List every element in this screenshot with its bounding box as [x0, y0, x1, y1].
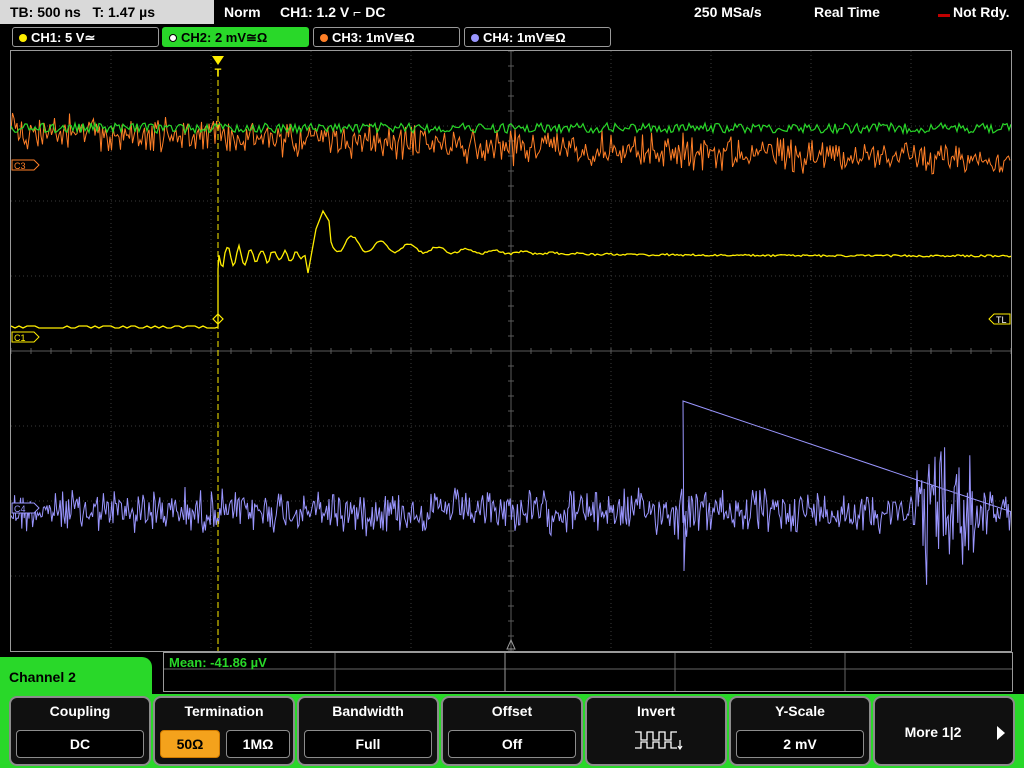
acquisition-mode: Real Time [814, 4, 880, 20]
bandwidth-value[interactable]: Full [304, 730, 432, 758]
invert-softkey[interactable]: Invert [585, 696, 727, 766]
coupling-softkey[interactable]: Coupling DC [9, 696, 151, 766]
tab-ch3[interactable]: CH3: 1mV≅Ω [313, 27, 460, 47]
ch3-marker-label: C3 [14, 161, 26, 171]
ch1-marker-label: C1 [14, 333, 26, 343]
mean-measurement: Mean: -41.86 µV [169, 655, 267, 670]
tab-ch1[interactable]: CH1: 5 V≃ [12, 27, 159, 47]
waveform-canvas: T C3 C1 C4 TL [11, 51, 1011, 651]
status-indicator [938, 14, 950, 17]
tab-ch4[interactable]: CH4: 1mV≅Ω [464, 27, 611, 47]
ch4-ground-marker[interactable]: C4 [11, 502, 40, 514]
coupling-value[interactable]: DC [16, 730, 144, 758]
termination-1mohm-option[interactable]: 1MΩ [226, 730, 290, 758]
measurement-panel [163, 652, 1013, 692]
bandwidth-softkey[interactable]: Bandwidth Full [297, 696, 439, 766]
offset-softkey[interactable]: Offset Off [441, 696, 583, 766]
yscale-softkey[interactable]: Y-Scale 2 mV [729, 696, 871, 766]
status-bar: TB: 500 ns T: 1.47 µs Norm CH1: 1.2 V ⌐ … [0, 0, 1024, 25]
ch1-dot-icon [19, 34, 27, 42]
tab-ch2[interactable]: CH2: 2 mV≅Ω [162, 27, 309, 47]
ch1-ground-marker[interactable]: C1 [11, 331, 40, 343]
termination-50ohm-option[interactable]: 50Ω [160, 730, 220, 758]
termination-title: Termination [184, 703, 264, 719]
measurement-grid [164, 653, 1012, 691]
termination-softkey[interactable]: Termination 50Ω 1MΩ [153, 696, 295, 766]
ch2-dot-icon [169, 34, 177, 42]
sample-rate: 250 MSa/s [694, 4, 762, 20]
tab-ch1-label: CH1: 5 V≃ [31, 30, 96, 45]
waveform-display[interactable]: T C3 C1 C4 TL [10, 50, 1012, 652]
trigger-info[interactable]: CH1: 1.2 V ⌐ DC [280, 3, 385, 21]
timebase-readout[interactable]: TB: 500 ns T: 1.47 µs [0, 0, 214, 24]
offset-value[interactable]: Off [448, 730, 576, 758]
tab-ch2-label: CH2: 2 mV≅Ω [181, 30, 268, 45]
more-softkey[interactable]: More 1|2 [873, 696, 1015, 766]
invert-waveform-icon [635, 731, 683, 750]
tab-ch3-label: CH3: 1mV≅Ω [332, 30, 415, 45]
trigger-level-marker[interactable]: TL [988, 313, 1011, 325]
bandwidth-title: Bandwidth [332, 703, 404, 719]
trigger-marker-label: T [215, 67, 222, 79]
trigger-level-label: TL [996, 315, 1007, 325]
trigger-mode[interactable]: Norm [224, 3, 261, 21]
yscale-title: Y-Scale [775, 703, 825, 719]
graticule [11, 51, 1011, 651]
yscale-value[interactable]: 2 mV [736, 730, 864, 758]
offset-title: Offset [491, 703, 533, 719]
ch4-dot-icon [471, 34, 479, 42]
tab-ch4-label: CH4: 1mV≅Ω [483, 30, 566, 45]
invert-title: Invert [636, 703, 676, 719]
ch4-marker-label: C4 [14, 504, 26, 514]
ch3-dot-icon [320, 34, 328, 42]
more-label: More 1|2 [904, 724, 962, 740]
coupling-title: Coupling [49, 703, 111, 719]
acquisition-status: Not Rdy. [953, 4, 1010, 20]
trigger-position-icon[interactable] [212, 56, 224, 65]
ch3-ground-marker[interactable]: C3 [11, 159, 40, 171]
next-page-arrow-icon [997, 726, 1005, 740]
